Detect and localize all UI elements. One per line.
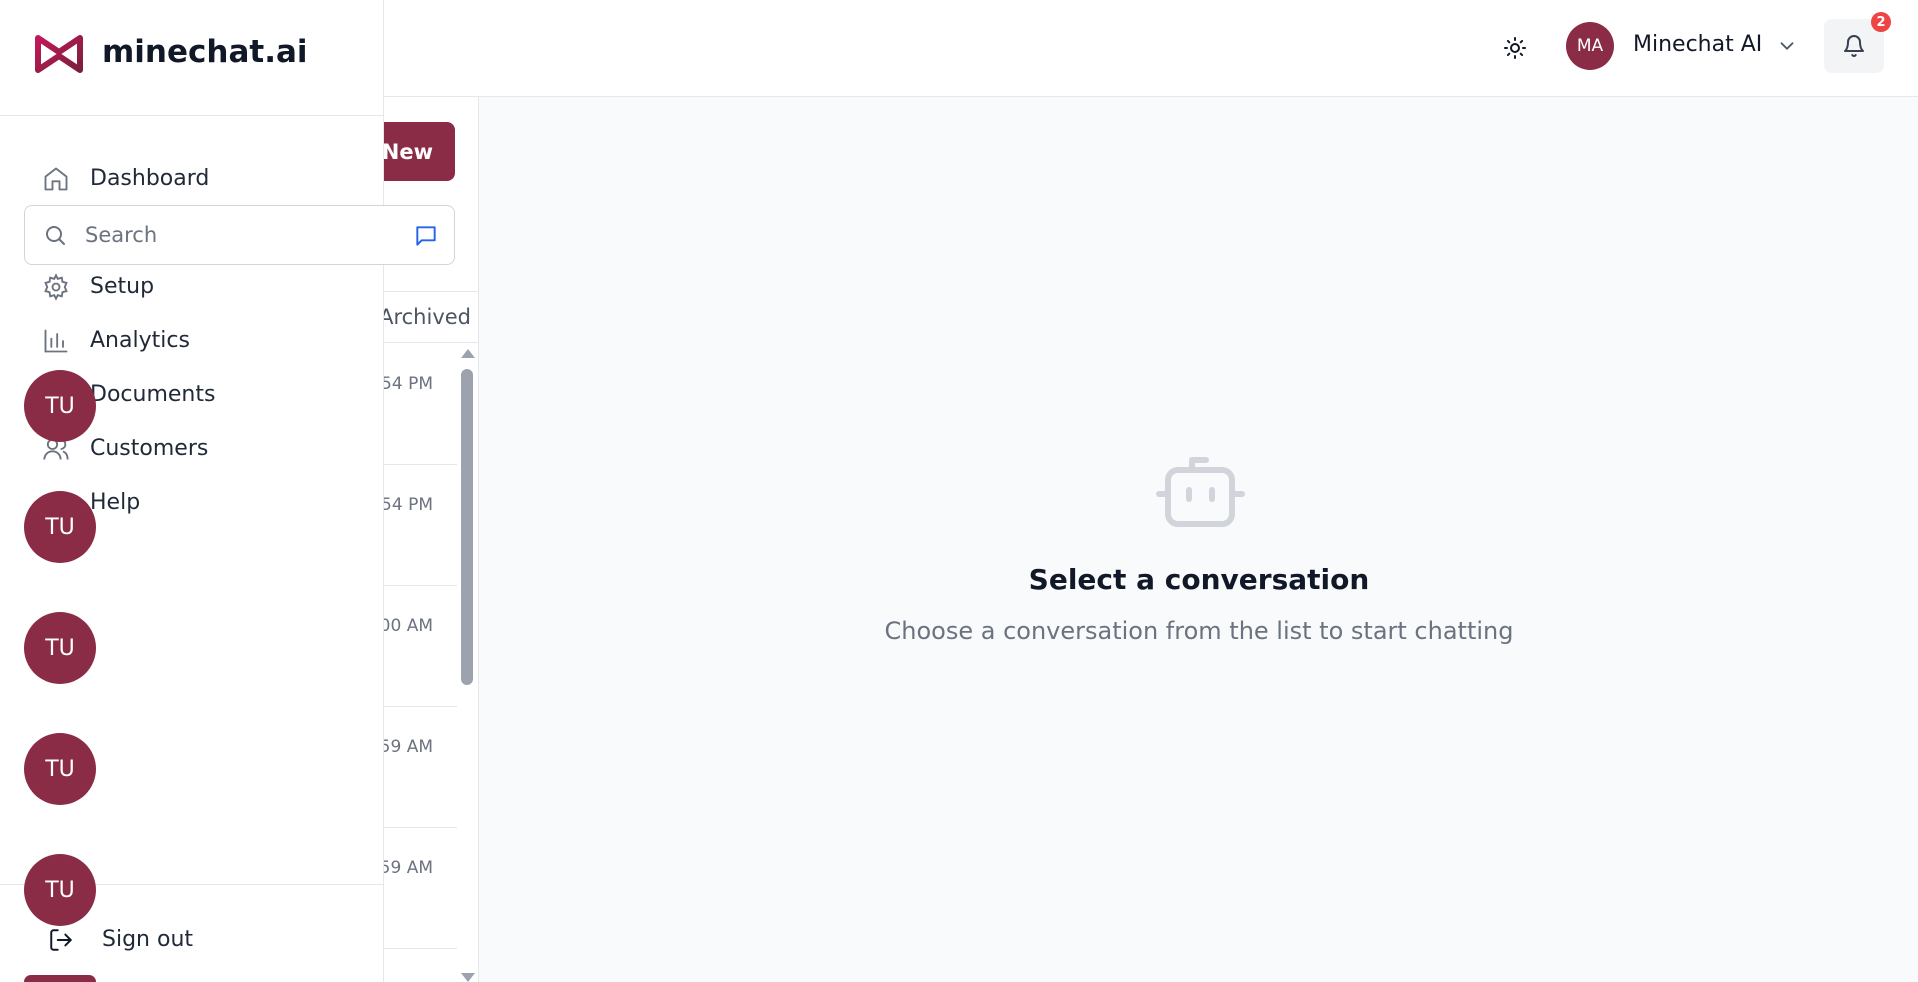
avatar[interactable]: TU: [24, 491, 96, 563]
sidebar-item-label: Customers: [90, 436, 209, 461]
avatar[interactable]: TU: [24, 854, 96, 926]
user-avatar[interactable]: MA: [1566, 22, 1614, 70]
conversation-time: 00 AM: [379, 616, 433, 636]
sidebar-item-label: Setup: [90, 274, 155, 299]
sign-out-button[interactable]: Sign out: [102, 927, 193, 952]
sidebar-item-label: Help: [90, 490, 141, 515]
conversation-time: 54 PM: [381, 495, 433, 515]
chat-empty-state: Select a conversation Choose a conversat…: [480, 97, 1918, 982]
user-name[interactable]: Minechat AI: [1633, 32, 1762, 57]
conversation-scrollbar[interactable]: [458, 347, 476, 982]
sun-icon: [1504, 37, 1526, 59]
chevron-down-icon[interactable]: [1776, 35, 1798, 57]
sidebar-item-label: Documents: [90, 382, 216, 407]
notification-badge: 2: [1871, 12, 1891, 32]
theme-toggle-button[interactable]: [1500, 33, 1530, 63]
empty-state-title: Select a conversation: [1028, 563, 1370, 596]
logo-icon: [35, 35, 83, 73]
empty-state-subtitle: Choose a conversation from the list to s…: [884, 617, 1514, 645]
bell-icon: [1844, 35, 1864, 57]
sidebar-item-analytics[interactable]: Analytics: [42, 321, 372, 361]
sign-out-icon[interactable]: [48, 927, 74, 953]
conversation-time: 59 AM: [379, 737, 433, 757]
gear-icon: [44, 273, 68, 301]
message-icon[interactable]: [413, 223, 439, 249]
brand-name: minechat.ai: [102, 34, 308, 70]
avatar[interactable]: TU: [24, 370, 96, 442]
bot-icon: [1156, 457, 1245, 527]
scroll-down-arrow[interactable]: [461, 973, 475, 982]
search-input[interactable]: Search: [24, 205, 455, 265]
sidebar-item-label: Analytics: [90, 328, 190, 353]
conversation-time: 54 PM: [381, 374, 433, 394]
home-icon: [44, 167, 68, 191]
avatar[interactable]: TU: [24, 733, 96, 805]
avatar[interactable]: [24, 975, 96, 982]
search-placeholder: Search: [85, 223, 158, 247]
sidebar-item-setup[interactable]: Setup: [42, 267, 372, 307]
scroll-up-arrow[interactable]: [461, 349, 475, 358]
sidebar-item-label: Dashboard: [90, 166, 210, 191]
avatar[interactable]: TU: [24, 612, 96, 684]
tab-archived[interactable]: Archived: [379, 305, 471, 329]
bar-chart-icon: [44, 329, 68, 353]
conversation-time: 59 AM: [379, 858, 433, 878]
sidebar-item-customers[interactable]: Customers: [42, 429, 372, 469]
scroll-thumb[interactable]: [461, 369, 473, 685]
sidebar-item-dashboard[interactable]: Dashboard: [42, 159, 372, 199]
search-icon: [46, 226, 65, 245]
brand-header: minechat.ai: [0, 0, 384, 116]
